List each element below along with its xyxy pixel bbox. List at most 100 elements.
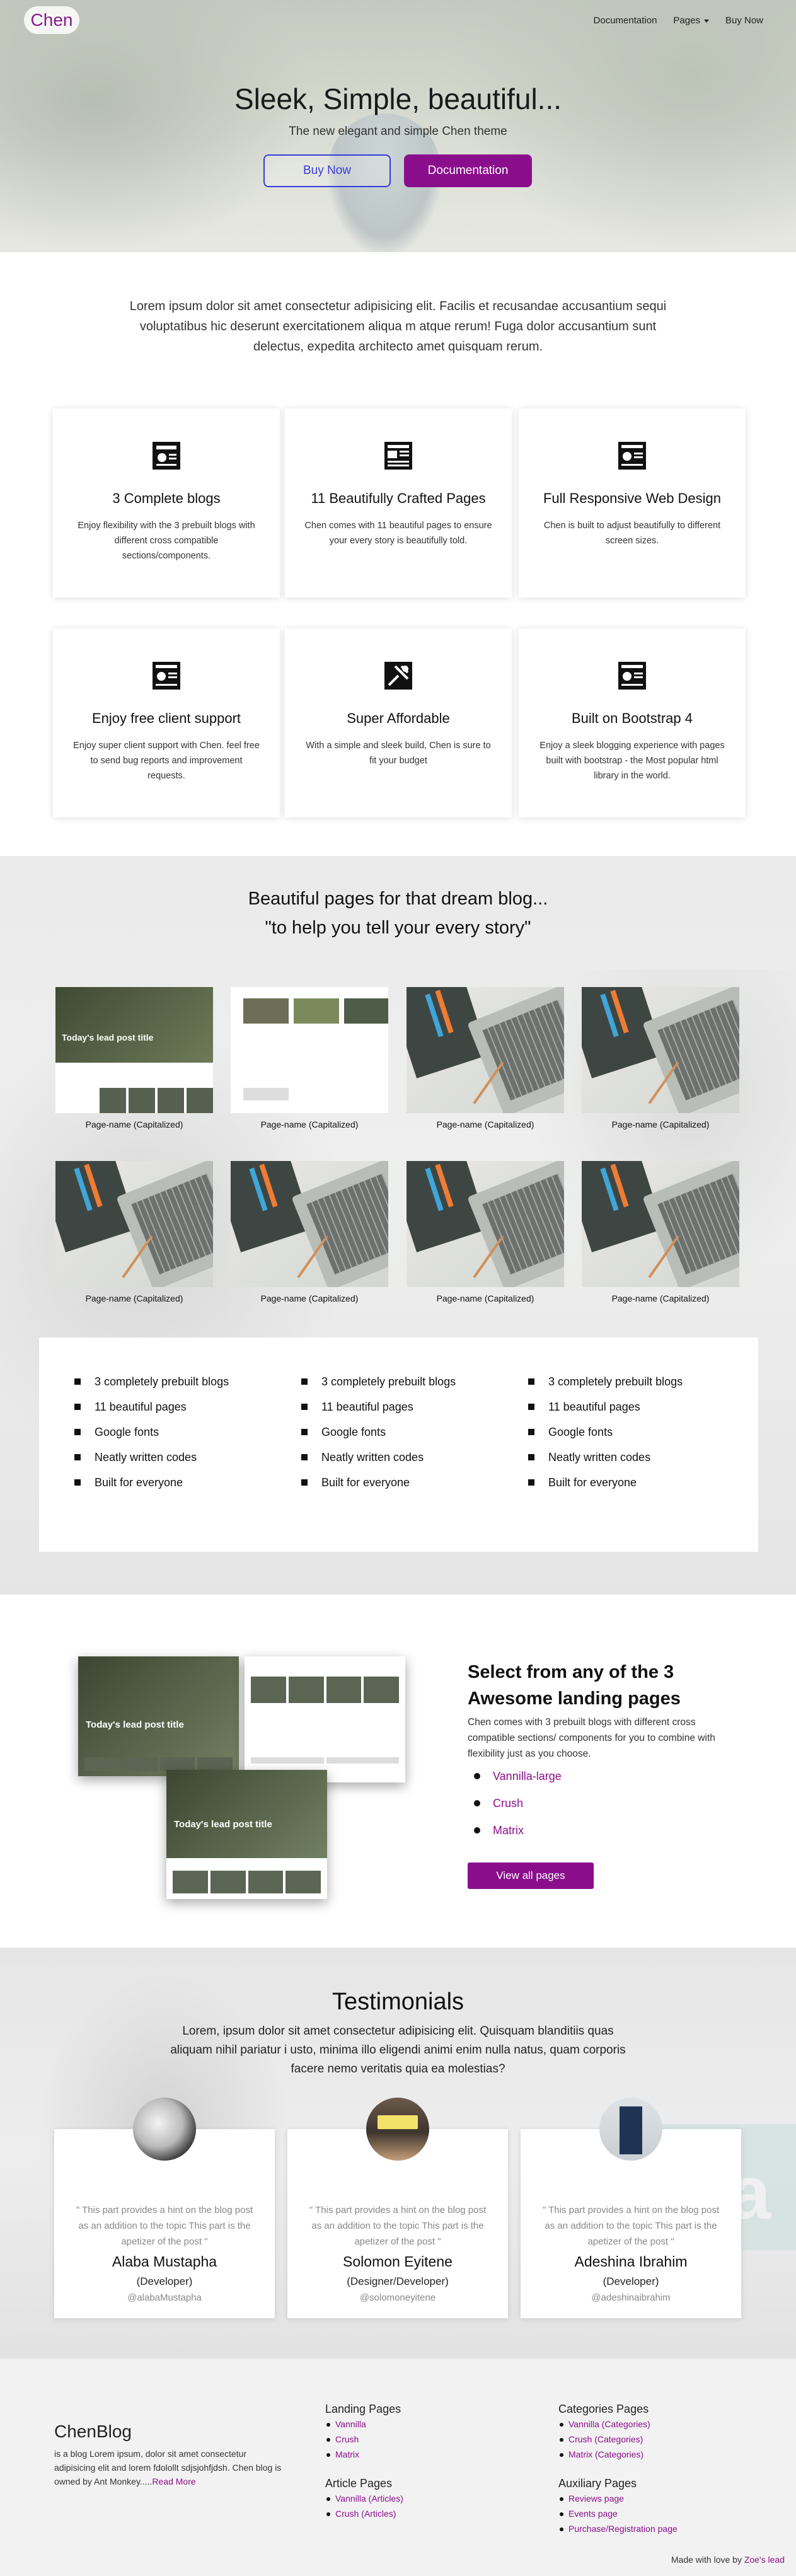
footer-link[interactable]: Vannilla (Articles) xyxy=(325,2493,403,2509)
feature-text: With a simple and sleek build, Chen is s… xyxy=(306,741,491,766)
support-icon xyxy=(153,662,180,690)
landing-link-crush[interactable]: Crush xyxy=(474,1797,562,1824)
landing-link-vannilla-large[interactable]: Vannilla-large xyxy=(474,1770,562,1797)
page-thumbnail[interactable]: Today's lead post title xyxy=(55,987,213,1113)
page-thumbnail[interactable] xyxy=(582,1161,739,1287)
page-thumbnail[interactable] xyxy=(407,1161,564,1287)
list-item: 3 completely prebuilt blogs xyxy=(301,1375,456,1401)
thumbnail-title: Today's lead post title xyxy=(62,1032,154,1043)
feature-title: 11 Beautifully Crafted Pages xyxy=(311,490,486,506)
credit-link[interactable]: Zoe's lead xyxy=(744,2555,785,2565)
avatar-book xyxy=(620,2106,642,2154)
documentation-button[interactable]: Documentation xyxy=(404,154,532,187)
testimonial-handle[interactable]: @solomoneyitene xyxy=(287,2292,508,2303)
landing-link-matrix[interactable]: Matrix xyxy=(474,1824,562,1851)
brand-logo[interactable]: Chen xyxy=(24,6,79,34)
landing-mockup-vannilla[interactable]: Today's lead post title xyxy=(78,1656,239,1776)
pages-heading: Beautiful pages for that dream blog... xyxy=(248,889,548,909)
footer-auxiliary-links: Reviews page Events page Purchase/Regist… xyxy=(558,2493,678,2539)
testimonial-name: Adeshina Ibrahim xyxy=(574,2253,688,2270)
footer-link[interactable]: Matrix xyxy=(325,2449,366,2464)
list-item: 3 completely prebuilt blogs xyxy=(528,1375,683,1401)
footer-auxiliary-heading: Auxiliary Pages xyxy=(558,2477,637,2490)
testimonial-handle[interactable]: @adeshinaibrahim xyxy=(521,2292,741,2303)
hero-title: Sleek, Simple, beautiful... xyxy=(234,83,562,115)
testimonial-quote: " This part provides a hint on the blog … xyxy=(542,2205,720,2247)
page-thumbnail[interactable] xyxy=(55,1161,213,1287)
read-more-link[interactable]: Read More xyxy=(152,2476,195,2486)
mockup-title: Today's lead post title xyxy=(174,1819,272,1830)
nav-documentation[interactable]: Documentation xyxy=(594,15,657,26)
pages-icon xyxy=(384,442,412,470)
nav-pages-dropdown[interactable]: Pages xyxy=(673,15,709,26)
avatar xyxy=(133,2098,196,2161)
feature-list: 3 completely prebuilt blogs 11 beautiful… xyxy=(301,1375,456,1501)
landing-mockup-matrix[interactable]: Today's lead post title xyxy=(166,1770,327,1899)
page-thumbnail[interactable] xyxy=(407,987,564,1113)
landing-mockup-crush[interactable] xyxy=(245,1656,405,1782)
footer-link[interactable]: Vannilla (Categories) xyxy=(558,2419,650,2434)
view-all-pages-button[interactable]: View all pages xyxy=(468,1863,594,1889)
thumbnail-tile xyxy=(243,998,289,1024)
footer-landing-heading: Landing Pages xyxy=(325,2403,401,2415)
footer-link[interactable]: Crush (Categories) xyxy=(558,2434,650,2449)
hero-section: Chen Documentation Pages Buy Now Sleek, … xyxy=(0,0,796,252)
thumbnail-grid xyxy=(55,1088,213,1113)
list-item: 11 beautiful pages xyxy=(528,1401,683,1426)
page-thumbnail[interactable] xyxy=(582,987,739,1113)
feature-text: Enjoy super client support with Chen. fe… xyxy=(73,741,260,781)
footer-article-links: Vannilla (Articles) Crush (Articles) xyxy=(325,2493,403,2524)
footer-link[interactable]: Purchase/Registration page xyxy=(558,2524,678,2539)
pages-subheading: "to help you tell your every story" xyxy=(265,918,531,938)
page-thumbnail[interactable] xyxy=(231,987,388,1113)
feature-text: Chen comes with 11 beautiful pages to en… xyxy=(304,521,492,546)
footer-article-heading: Article Pages xyxy=(325,2477,393,2490)
page-thumbnail[interactable] xyxy=(231,1161,388,1287)
mockup-title: Today's lead post title xyxy=(86,1719,184,1730)
feature-text: Chen is built to adjust beautifully to d… xyxy=(543,521,721,546)
avatar xyxy=(366,2098,429,2161)
thumbnail-tile xyxy=(294,998,339,1024)
page-caption: Page-name (Capitalized) xyxy=(85,1293,183,1303)
testimonial-name: Alaba Mustapha xyxy=(112,2253,217,2270)
testimonials-section: na Testimonials Lorem, ipsum dolor sit a… xyxy=(0,1948,796,2359)
footer: ChenBlog is a blog Lorem ipsum, dolor si… xyxy=(0,2359,796,2576)
list-item: 3 completely prebuilt blogs xyxy=(74,1375,229,1401)
footer-link[interactable]: Crush (Articles) xyxy=(325,2509,403,2524)
list-item: Built for everyone xyxy=(301,1476,456,1501)
nav-buy-now[interactable]: Buy Now xyxy=(725,15,763,26)
caret-down-icon xyxy=(703,19,709,23)
page-caption: Page-name (Capitalized) xyxy=(436,1293,534,1303)
feature-text: Enjoy flexibility with the 3 prebuilt bl… xyxy=(78,521,255,561)
testimonial-name: Solomon Eyitene xyxy=(343,2253,453,2270)
nav-pages-label: Pages xyxy=(673,15,700,26)
feature-title: Enjoy free client support xyxy=(91,710,241,726)
page-caption: Page-name (Capitalized) xyxy=(436,1119,534,1129)
feature-lists-panel: 3 completely prebuilt blogs 11 beautiful… xyxy=(39,1337,758,1552)
list-item: Built for everyone xyxy=(528,1476,683,1501)
testimonial-role: (Developer) xyxy=(603,2275,659,2287)
footer-link[interactable]: Crush xyxy=(325,2434,366,2449)
footer-link[interactable]: Events page xyxy=(558,2509,678,2524)
testimonial-handle[interactable]: @alabaMustapha xyxy=(54,2292,275,2303)
credit-text: Made with love by xyxy=(671,2555,744,2565)
blog-icon xyxy=(153,442,180,470)
footer-link[interactable]: Reviews page xyxy=(558,2493,678,2509)
feature-text: Enjoy a sleek blogging experience with p… xyxy=(539,741,725,781)
footer-link[interactable]: Vannilla xyxy=(325,2419,366,2434)
footer-credit: Made with love by Zoe's lead xyxy=(671,2555,785,2565)
avatar-sign xyxy=(378,2115,418,2129)
feature-card: Built on Bootstrap 4 Enjoy a sleek blogg… xyxy=(519,628,746,817)
buy-now-button[interactable]: Buy Now xyxy=(263,154,391,187)
testimonials-text: Lorem, ipsum dolor sit amet consectetur … xyxy=(170,2024,626,2076)
footer-link[interactable]: Matrix (Categories) xyxy=(558,2449,650,2464)
feature-list: 3 completely prebuilt blogs 11 beautiful… xyxy=(74,1375,229,1501)
page-caption: Page-name (Capitalized) xyxy=(260,1293,359,1303)
page-caption: Page-name (Capitalized) xyxy=(611,1293,710,1303)
testimonials-heading: Testimonials xyxy=(332,1989,464,2015)
list-item: Google fonts xyxy=(301,1426,456,1451)
mockup-grid xyxy=(166,1871,327,1893)
testimonial-role: (Developer) xyxy=(136,2275,193,2287)
list-item: 11 beautiful pages xyxy=(301,1401,456,1426)
bootstrap-icon xyxy=(618,662,646,690)
